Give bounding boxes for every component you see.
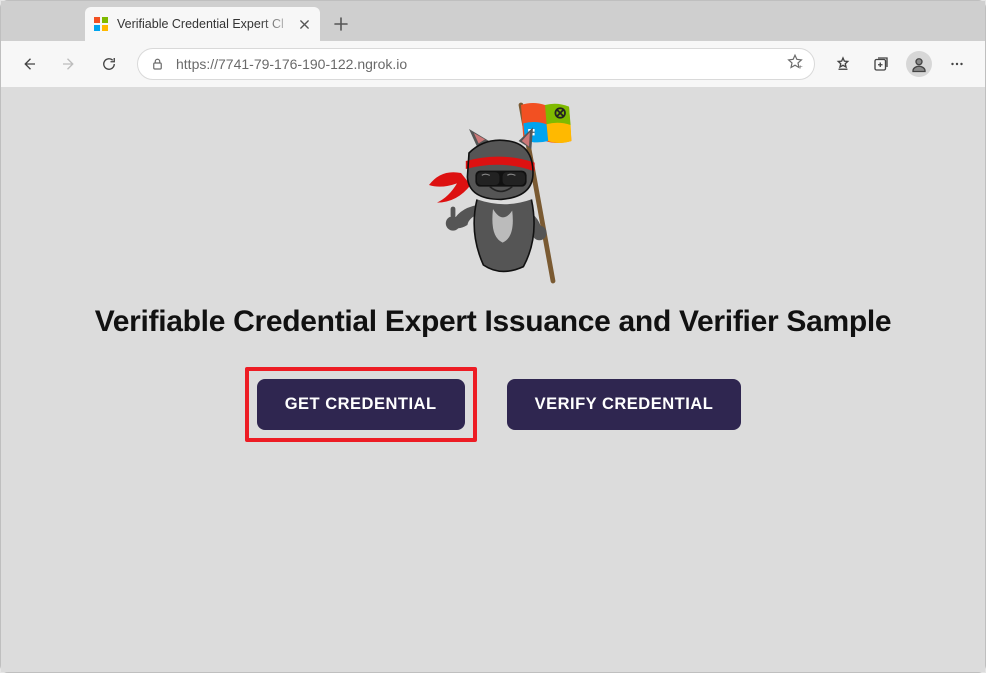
page-title: Verifiable Credential Expert Issuance an… (95, 303, 892, 341)
browser-toolbar: + (1, 41, 985, 87)
verify-credential-button[interactable]: VERIFY CREDENTIAL (507, 379, 742, 430)
browser-tab[interactable]: Verifiable Credential Expert Cl (85, 7, 320, 41)
address-bar[interactable]: + (137, 48, 815, 80)
favorites-icon[interactable]: + (786, 53, 804, 76)
tab-strip: Verifiable Credential Expert Cl (1, 1, 985, 41)
svg-text:+: + (799, 63, 803, 70)
site-info-icon[interactable] (148, 55, 166, 73)
url-input[interactable] (176, 56, 786, 72)
toolbar-right (825, 47, 975, 81)
menu-button[interactable] (939, 47, 975, 81)
page-content: Verifiable Credential Expert Issuance an… (1, 87, 985, 672)
forward-button[interactable] (51, 47, 87, 81)
ninja-cat-mascot-icon (413, 97, 573, 297)
tab-close-icon[interactable] (296, 16, 312, 32)
browser-chrome: Verifiable Credential Expert Cl + (1, 1, 985, 87)
refresh-button[interactable] (91, 47, 127, 81)
button-row: GET CREDENTIAL VERIFY CREDENTIAL (245, 367, 742, 442)
highlight-box: GET CREDENTIAL (245, 367, 477, 442)
profile-button[interactable] (901, 47, 937, 81)
back-button[interactable] (11, 47, 47, 81)
avatar-icon (906, 51, 932, 77)
new-tab-button[interactable] (326, 9, 356, 39)
favorites-list-icon[interactable] (825, 47, 861, 81)
tab-title: Verifiable Credential Expert Cl (117, 17, 296, 31)
tab-favicon-icon (93, 16, 109, 32)
get-credential-button[interactable]: GET CREDENTIAL (257, 379, 465, 430)
collections-icon[interactable] (863, 47, 899, 81)
